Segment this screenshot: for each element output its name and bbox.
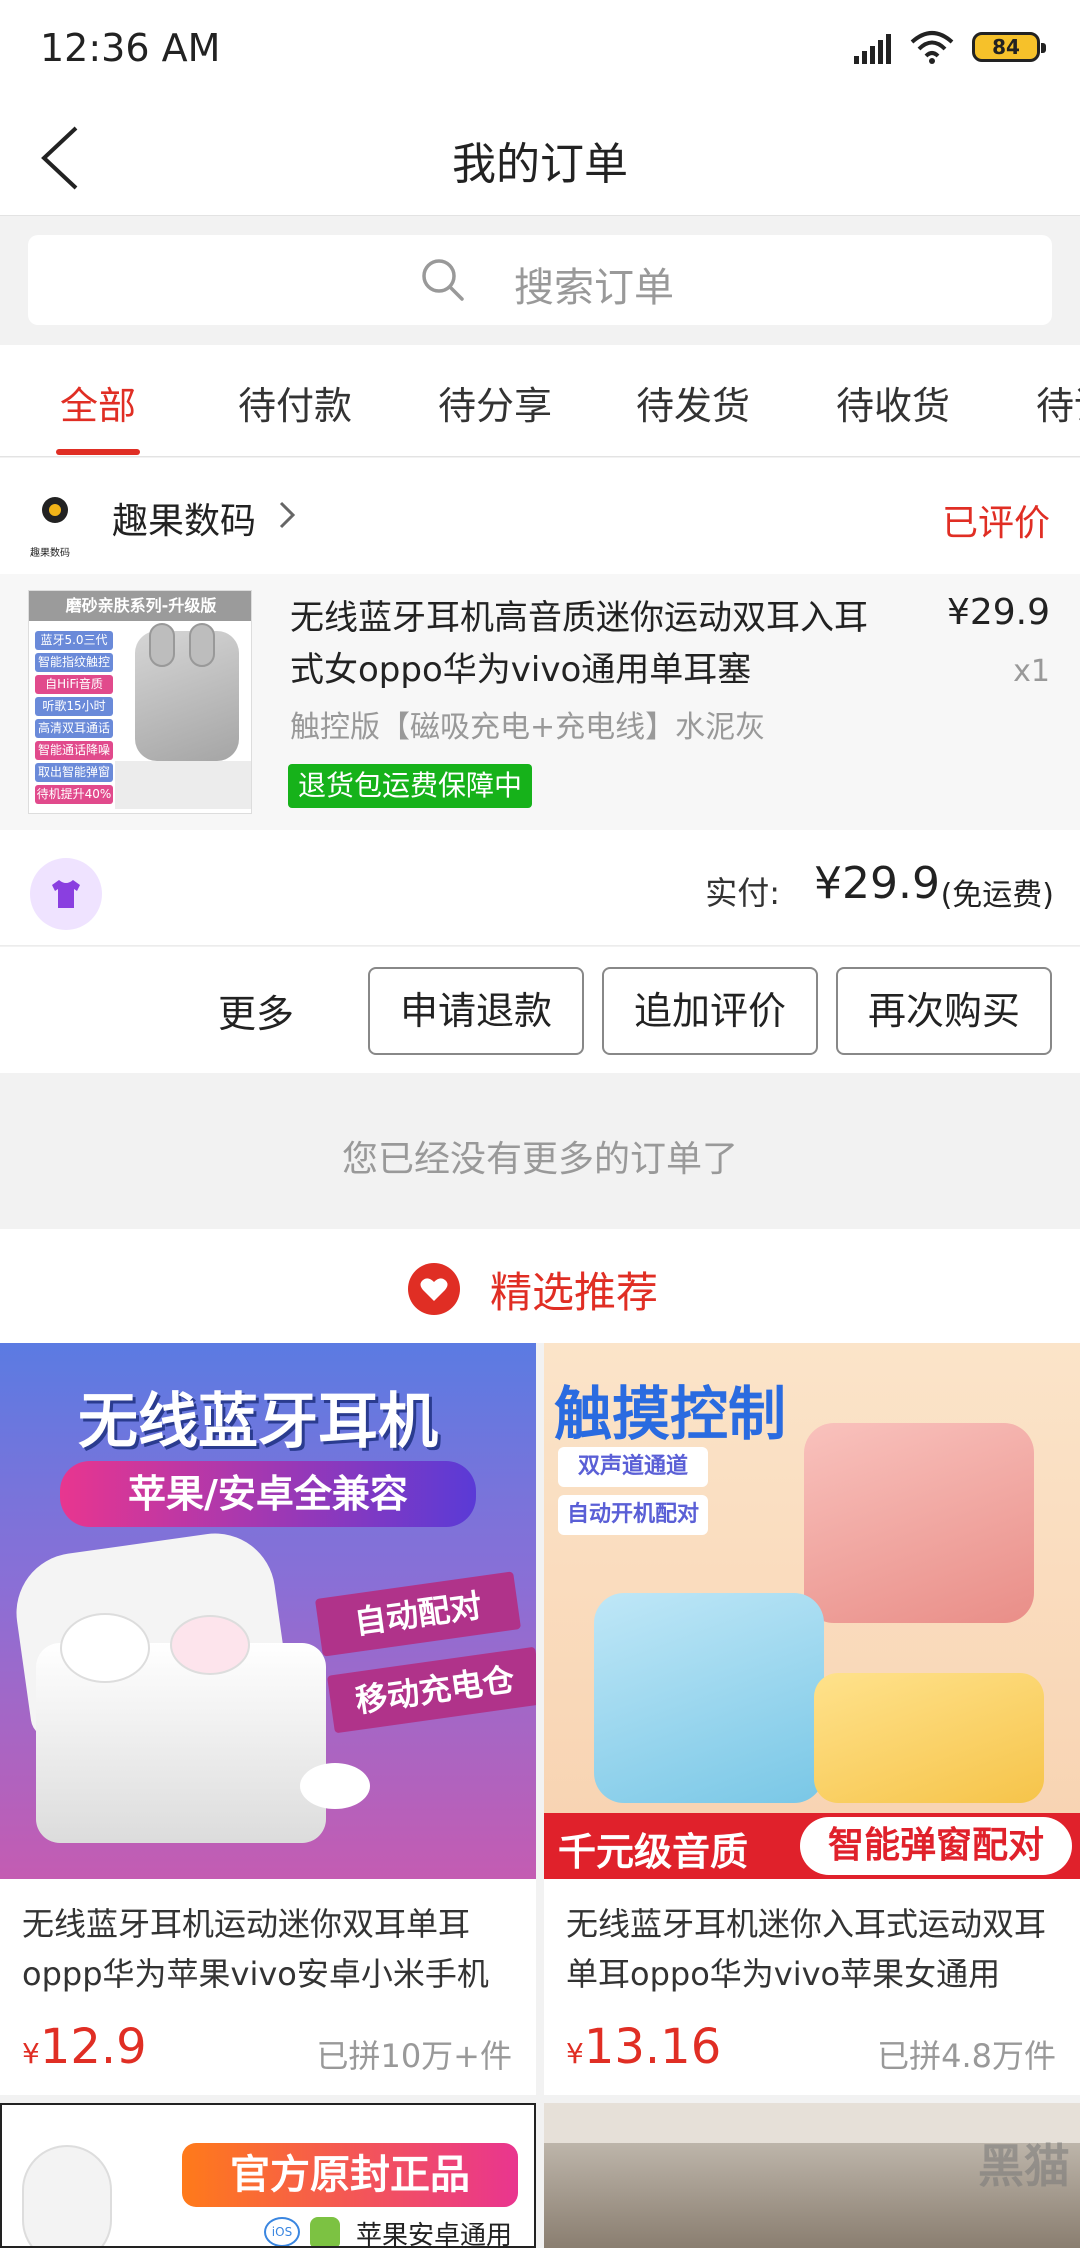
shop-logo [42, 497, 68, 523]
thumb-feature: 智能指纹触控 [35, 653, 113, 672]
sold-count: 已拼4.8万件 [877, 2037, 1056, 2075]
product-title[interactable]: 无线蓝牙耳机运动迷你双耳单耳oppp华为苹果vivo安卓小米手机 [22, 1899, 522, 1999]
earbud-image [22, 2145, 112, 2246]
page-title: 我的订单 [452, 139, 628, 190]
thumb-feature: 高清双耳通话 [35, 719, 113, 738]
chevron-right-icon [279, 501, 296, 529]
earbud-image [149, 623, 175, 667]
order-status: 已评价 [941, 503, 1050, 544]
image-tag: 自动开机配对 [558, 1495, 708, 1535]
free-shipping-note: (免运费) [940, 878, 1054, 913]
tab-pending-review[interactable]: 待评价 [1036, 375, 1080, 430]
shop-name[interactable]: 趣果数码 [112, 492, 256, 544]
tab-pending-shipment[interactable]: 待发货 [636, 375, 750, 430]
image-tag: 自动配对 [314, 1571, 522, 1657]
image-headline: 无线蓝牙耳机 [78, 1387, 438, 1457]
earbud-image [170, 1615, 250, 1675]
sold-count: 已拼10万+件 [316, 2037, 512, 2075]
thumb-feature: 自HiFi音质 [35, 675, 113, 694]
recommend-grid: 无线蓝牙耳机 苹果/安卓全兼容 自动配对 移动充电仓 无线蓝牙耳机运动迷你双耳单… [0, 1343, 1080, 2248]
tab-all[interactable]: 全部 [60, 375, 136, 430]
recommend-header: 精选推荐 [0, 1229, 1080, 1343]
product-sku: 触控版【磁吸充电+充电线】水泥灰 [290, 710, 766, 745]
product-card[interactable]: 触摸控制 双声道通道 自动开机配对 千元级音质 智能弹窗配对 无线蓝牙耳机迷你入… [544, 1343, 1080, 2095]
signal-icon [854, 34, 891, 64]
apply-refund-button[interactable]: 申请退款 [368, 967, 584, 1055]
order-shop-row[interactable]: 趣果数码 趣果数码 已评价 [0, 458, 1080, 574]
order-actions: 更多 申请退款 追加评价 再次购买 [0, 947, 1080, 1073]
price-value: 12.9 [39, 2019, 147, 2075]
product-image[interactable]: 触摸控制 双声道通道 自动开机配对 千元级音质 智能弹窗配对 [544, 1343, 1080, 1879]
product-price: ¥29.9 [946, 592, 1050, 633]
product-card[interactable]: 官方原封正品 iOS 苹果安卓通用 [0, 2103, 536, 2248]
price-currency: ¥ [22, 2037, 40, 2070]
tab-pending-payment[interactable]: 待付款 [238, 375, 352, 430]
product-quantity: x1 [1013, 654, 1050, 689]
thumb-feature: 听歌15小时 [35, 697, 113, 716]
tab-pending-share[interactable]: 待分享 [438, 375, 552, 430]
thumb-feature: 蓝牙5.0三代 [35, 631, 113, 650]
earbud-image [60, 1613, 150, 1683]
tshirt-icon[interactable] [30, 858, 102, 930]
search-area: 搜索订单 [0, 217, 1080, 345]
more-button[interactable]: 更多 [218, 983, 294, 1038]
product-card[interactable]: 无线蓝牙耳机 苹果/安卓全兼容 自动配对 移动充电仓 无线蓝牙耳机运动迷你双耳单… [0, 1343, 536, 2095]
image-bottom-right: 智能弹窗配对 [800, 1817, 1072, 1875]
active-tab-indicator [56, 449, 140, 455]
image-headline: 官方原封正品 [182, 2143, 518, 2207]
thumb-feature: 智能通话降噪 [35, 741, 113, 760]
product-title[interactable]: 无线蓝牙耳机高音质迷你运动双耳入耳式女oppo华为vivo通用单耳塞 [290, 592, 890, 696]
thumb-feature: 取出智能弹窗 [35, 763, 113, 782]
paid-amount: ¥29.9 [814, 858, 940, 909]
status-bar: 12:36 AM 84 [0, 0, 1080, 96]
heart-icon [408, 1263, 460, 1315]
earbud-image [189, 623, 215, 667]
image-tag: 双声道通道 [558, 1447, 708, 1487]
recommend-title: 精选推荐 [490, 1268, 659, 1317]
blue-case-image [594, 1593, 824, 1803]
pink-case-image [804, 1423, 1034, 1623]
order-item[interactable]: 磨砂亲肤系列-升级版 蓝牙5.0三代 智能指纹触控 自HiFi音质 听歌15小时… [0, 574, 1080, 830]
thumb-banner: 磨砂亲肤系列-升级版 [29, 591, 251, 621]
battery-icon: 84 [972, 32, 1046, 62]
return-shipping-guarantee-badge: 退货包运费保障中 [288, 764, 533, 808]
order-payment-row: 实付: ¥29.9 (免运费) [0, 830, 1080, 946]
price-currency: ¥ [566, 2037, 584, 2070]
image-pill: 苹果/安卓全兼容 [60, 1461, 476, 1527]
image-subtext: 苹果安卓通用 [356, 2221, 513, 2248]
order-tabs: 全部 待付款 待分享 待发货 待收货 待评价 [0, 345, 1080, 457]
search-input[interactable]: 搜索订单 [28, 235, 1052, 325]
watermark: 黑猫 [978, 2139, 1070, 2193]
earbud-image [300, 1763, 370, 1809]
thumb-feature: 待机提升40% [35, 785, 113, 804]
image-tag: 移动充电仓 [326, 1646, 536, 1734]
product-thumbnail[interactable]: 磨砂亲肤系列-升级版 蓝牙5.0三代 智能指纹触控 自HiFi音质 听歌15小时… [28, 590, 252, 814]
status-time: 12:36 AM [40, 26, 221, 70]
battery-level: 84 [992, 35, 1020, 59]
tab-pending-receipt[interactable]: 待收货 [836, 375, 950, 430]
search-icon [422, 259, 464, 301]
nav-bar: 我的订单 [0, 96, 1080, 216]
product-price: ¥12.9 [22, 2019, 147, 2075]
yellow-case-image [814, 1673, 1044, 1803]
product-image[interactable]: 无线蓝牙耳机 苹果/安卓全兼容 自动配对 移动充电仓 [0, 1343, 536, 1879]
paid-label: 实付: [705, 874, 780, 912]
no-more-orders-text: 您已经没有更多的订单了 [341, 1139, 738, 1180]
shop-logo-text: 趣果数码 [30, 548, 70, 559]
ios-icon: iOS [264, 2217, 300, 2246]
image-headline: 触摸控制 [554, 1380, 787, 1448]
thumb-stand [115, 761, 251, 809]
image-bottom-left: 千元级音质 [558, 1830, 749, 1874]
price-value: 13.16 [583, 2019, 722, 2075]
add-review-button[interactable]: 追加评价 [602, 967, 818, 1055]
wifi-icon [910, 31, 954, 64]
android-icon [310, 2217, 340, 2246]
product-price: ¥13.16 [566, 2019, 721, 2075]
buy-again-button[interactable]: 再次购买 [836, 967, 1052, 1055]
product-title[interactable]: 无线蓝牙耳机迷你入耳式运动双耳单耳oppo华为vivo苹果女通用 [566, 1899, 1066, 1999]
search-placeholder: 搜索订单 [514, 265, 674, 311]
